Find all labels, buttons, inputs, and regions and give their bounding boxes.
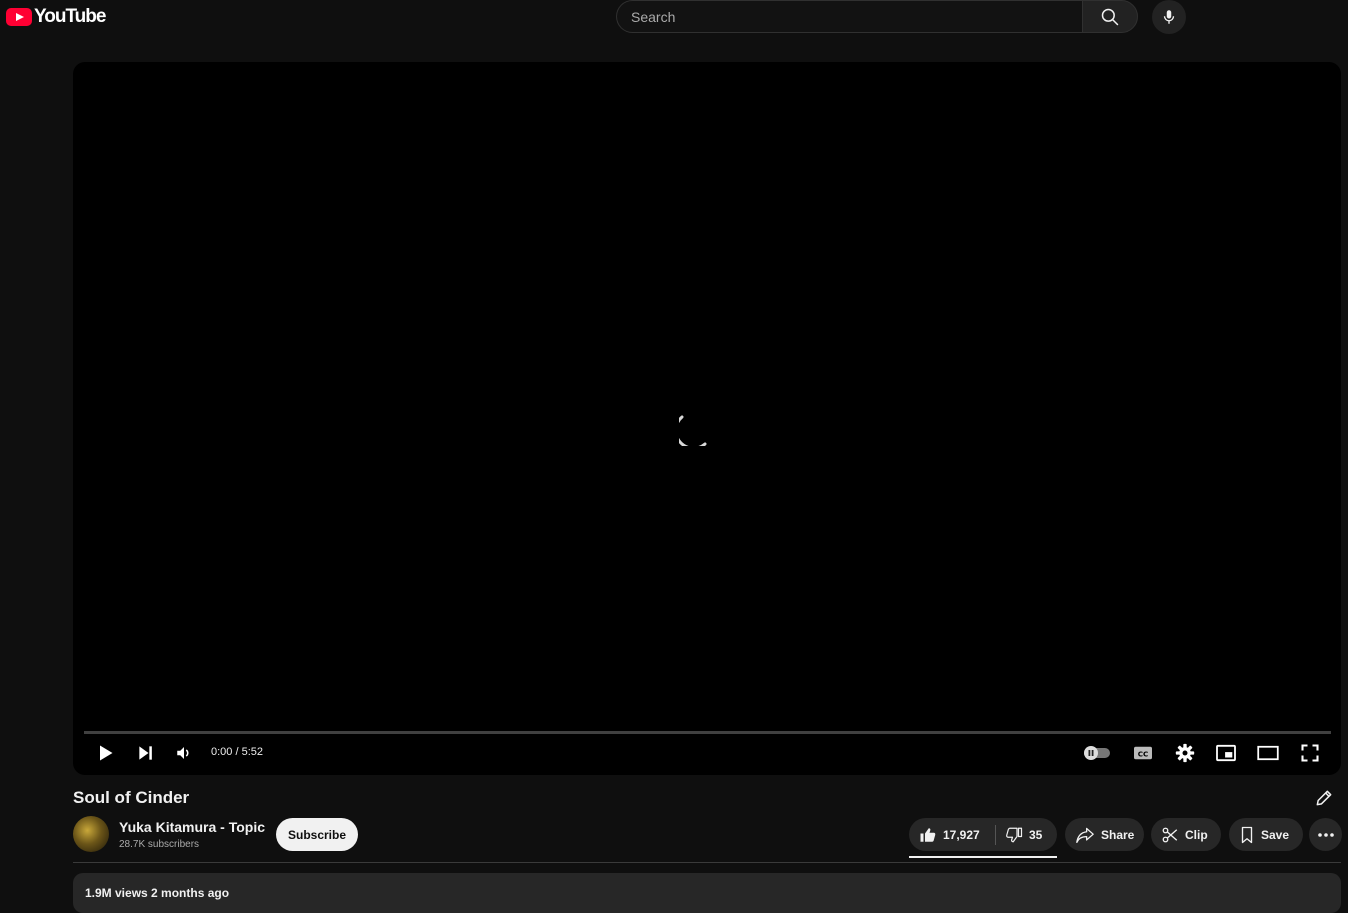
dislike-count: 35 [1029, 827, 1043, 842]
theater-mode-icon [1257, 745, 1279, 761]
volume-icon [177, 747, 189, 759]
more-horizontal-icon [1317, 832, 1334, 837]
subscriber-count: 28.7K subscribers [119, 839, 200, 850]
share-label: Share [1101, 827, 1135, 842]
bookmark-icon [1241, 826, 1253, 843]
channel-avatar[interactable] [73, 816, 109, 852]
play-button[interactable] [93, 741, 117, 765]
play-icon [100, 745, 113, 761]
captions-button[interactable]: CC [1130, 741, 1156, 765]
time-display: 0:00 / 5:52 [211, 746, 263, 758]
fullscreen-icon [1301, 744, 1319, 762]
share-button[interactable]: Share [1065, 818, 1144, 851]
captions-icon: CC [1134, 746, 1152, 760]
progress-bar[interactable] [84, 731, 1331, 734]
video-title: Soul of Cinder [73, 788, 190, 807]
theater-mode-button[interactable] [1255, 741, 1281, 765]
microphone-icon [1163, 10, 1175, 24]
loading-spinner-icon [679, 415, 707, 446]
svg-text:CC: CC [1138, 750, 1149, 759]
gear-icon [1175, 743, 1195, 763]
mute-button[interactable] [172, 741, 196, 765]
autoplay-toggle-icon [1084, 746, 1110, 760]
share-icon [1076, 827, 1094, 843]
video-player[interactable]: 0:00 / 5:52 CC [73, 62, 1341, 775]
search-box[interactable] [616, 0, 1082, 33]
pencil-icon [1316, 790, 1332, 806]
view-count-date: 1.9M views 2 months ago [85, 886, 230, 900]
more-actions-button[interactable] [1309, 818, 1342, 851]
miniplayer-button[interactable] [1214, 741, 1238, 765]
edit-button[interactable] [1314, 788, 1334, 813]
save-label: Save [1261, 827, 1290, 842]
logo-text: YouTube [34, 6, 106, 27]
dislike-button[interactable]: 35 [996, 826, 1042, 844]
like-underline [909, 856, 1057, 858]
subscribe-button[interactable]: Subscribe [276, 818, 358, 851]
thumbs-up-icon [920, 827, 936, 842]
like-dislike-group: 17,927 35 [909, 818, 1057, 851]
search-icon [1101, 8, 1119, 25]
fullscreen-button[interactable] [1298, 741, 1322, 765]
youtube-logo[interactable]: YouTube [6, 6, 106, 28]
description-box[interactable]: 1.9M views 2 months ago [73, 873, 1341, 913]
search-input[interactable] [617, 1, 1082, 32]
search-button[interactable] [1082, 0, 1138, 33]
channel-name[interactable]: Yuka Kitamura - Topic [119, 819, 265, 835]
like-button[interactable]: 17,927 [909, 826, 995, 844]
thumbs-down-icon [1006, 827, 1023, 842]
section-divider [73, 862, 1341, 863]
miniplayer-icon [1216, 744, 1236, 762]
voice-search-button[interactable] [1152, 0, 1186, 34]
youtube-play-icon [6, 8, 32, 26]
like-count: 17,927 [943, 827, 980, 842]
autoplay-toggle[interactable] [1081, 741, 1113, 765]
next-track-icon [139, 746, 152, 760]
clip-button[interactable]: Clip [1151, 818, 1221, 851]
next-button[interactable] [134, 741, 158, 765]
clip-label: Clip [1185, 827, 1208, 842]
save-button[interactable]: Save [1229, 818, 1303, 851]
scissors-icon [1162, 827, 1178, 842]
settings-button[interactable] [1173, 741, 1197, 765]
